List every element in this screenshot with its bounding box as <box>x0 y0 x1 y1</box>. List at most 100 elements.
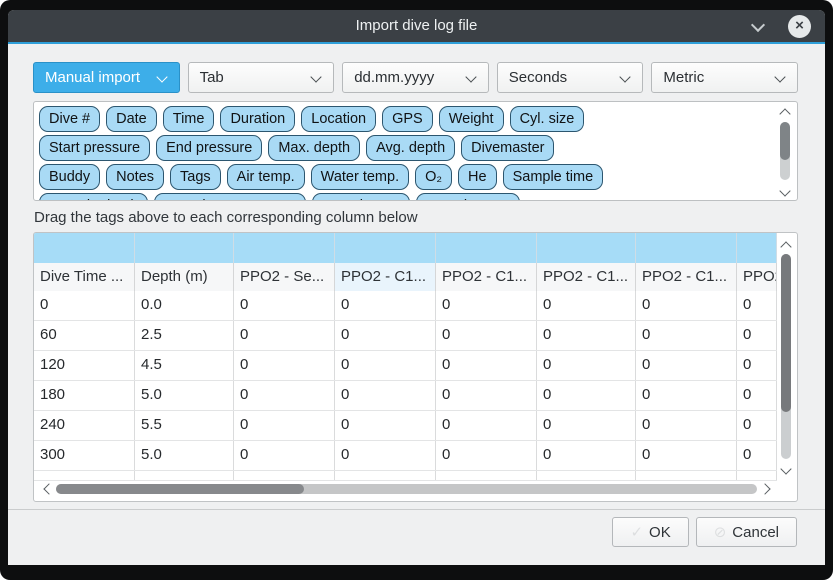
chevron-up-icon[interactable] <box>782 240 790 248</box>
tags-scrollbar[interactable] <box>777 105 793 197</box>
scrollbar-thumb[interactable] <box>56 484 304 494</box>
column-header[interactable]: PPO2 - C1... <box>537 263 636 291</box>
tag-chip[interactable]: End pressure <box>156 135 262 161</box>
field-separator-select[interactable]: Tab <box>188 62 335 93</box>
tag-chip[interactable]: Divemaster <box>461 135 554 161</box>
tag-row: Start pressureEnd pressureMax. depthAvg.… <box>39 135 771 161</box>
chevron-right-icon[interactable] <box>761 485 769 493</box>
table-cell: 0.0 <box>135 291 234 320</box>
tag-chip[interactable]: Notes <box>106 164 164 190</box>
tag-chip[interactable]: Date <box>106 106 157 132</box>
tag-chip[interactable]: Duration <box>220 106 295 132</box>
table-cell: 0 <box>636 321 737 350</box>
table-row: 1805.0000000 <box>34 381 777 411</box>
tag-chip[interactable]: Sample temperature <box>154 193 305 201</box>
tag-chip[interactable]: Sample pO₂ <box>312 193 410 201</box>
preview-table: Dive Time ...Depth (m)PPO2 - Se...PPO2 -… <box>33 232 798 502</box>
tag-chip[interactable]: Time <box>163 106 215 132</box>
tag-chip[interactable]: Weight <box>439 106 504 132</box>
cancel-button[interactable]: ⊘ Cancel <box>696 517 797 547</box>
column-header[interactable]: PPO2 - Se... <box>234 263 335 291</box>
table-cell: 5.0 <box>135 381 234 410</box>
column-header[interactable]: PPO2 - C1... <box>636 263 737 291</box>
drop-target-cell[interactable] <box>737 233 777 263</box>
ok-button[interactable]: ✓ OK <box>612 517 688 547</box>
chevron-down-icon[interactable] <box>781 187 789 195</box>
chevron-down-icon[interactable] <box>782 465 790 473</box>
drop-target-cell[interactable] <box>234 233 335 263</box>
table-cell: 0 <box>537 381 636 410</box>
column-header[interactable]: PPO2 - C1... <box>436 263 537 291</box>
table-cell: 0 <box>335 351 436 380</box>
column-header[interactable]: PPO2 <box>737 263 777 291</box>
chevron-down-icon <box>775 73 784 82</box>
tag-chip[interactable]: O₂ <box>415 164 452 190</box>
tag-chip[interactable]: Water temp. <box>311 164 409 190</box>
tag-chip[interactable]: GPS <box>382 106 433 132</box>
checkmark-icon: ✓ <box>630 523 643 541</box>
tag-chip[interactable]: Location <box>301 106 376 132</box>
tag-chip[interactable]: Avg. depth <box>366 135 455 161</box>
table-cell: 4.5 <box>135 351 234 380</box>
close-button[interactable]: × <box>788 15 811 38</box>
table-cell: 0 <box>234 351 335 380</box>
drop-target-cell[interactable] <box>537 233 636 263</box>
scrollbar-thumb[interactable] <box>780 122 790 160</box>
tag-chip[interactable]: Start pressure <box>39 135 150 161</box>
window-frame: Import dive log file × Manual import Tab… <box>0 0 833 580</box>
table-row: 1204.5000000 <box>34 351 777 381</box>
column-header[interactable]: Depth (m) <box>135 263 234 291</box>
table-cell: 240 <box>34 411 135 440</box>
table-cell: 0 <box>234 291 335 320</box>
chevron-down-icon <box>466 73 475 82</box>
column-header[interactable]: PPO2 - C1... <box>335 263 436 291</box>
chevron-left-icon[interactable] <box>42 485 50 493</box>
table-cell: 0 <box>234 441 335 470</box>
tag-chip[interactable]: Max. depth <box>268 135 360 161</box>
date-format-value: dd.mm.yyyy <box>354 69 434 86</box>
tag-chip[interactable]: Sample depth <box>39 193 148 201</box>
scrollbar-thumb[interactable] <box>781 254 791 412</box>
table-row: 00.0000000 <box>34 291 777 321</box>
tag-chip[interactable]: He <box>458 164 497 190</box>
footer-buttons: ✓ OK ⊘ Cancel <box>612 517 797 547</box>
table-cell: 0 <box>636 411 737 440</box>
tag-chip[interactable]: Buddy <box>39 164 100 190</box>
column-header[interactable]: Dive Time ... <box>34 263 135 291</box>
table-cell: 0 <box>737 381 777 410</box>
duration-format-select[interactable]: Seconds <box>497 62 644 93</box>
table-cell: 0 <box>636 441 737 470</box>
tag-chip[interactable]: Tags <box>170 164 221 190</box>
table-header-row: Dive Time ...Depth (m)PPO2 - Se...PPO2 -… <box>34 263 777 291</box>
tag-chip[interactable]: Cyl. size <box>510 106 585 132</box>
tag-chip[interactable]: Sample CNS <box>416 193 520 201</box>
tag-chip[interactable]: Sample time <box>503 164 604 190</box>
drop-target-cell[interactable] <box>436 233 537 263</box>
chevron-down-icon <box>620 73 629 82</box>
tag-chip[interactable]: Air temp. <box>227 164 305 190</box>
table-cell: 0 <box>636 381 737 410</box>
table-cell: 0 <box>335 291 436 320</box>
dialog-body: Manual import Tab dd.mm.yyyy Seconds Met… <box>8 44 825 565</box>
drop-target-cell[interactable] <box>636 233 737 263</box>
table-cell: 0 <box>737 411 777 440</box>
table-cell: 0 <box>436 381 537 410</box>
drop-target-cell[interactable] <box>135 233 234 263</box>
titlebar[interactable]: Import dive log file × <box>8 10 825 42</box>
import-options-row: Manual import Tab dd.mm.yyyy Seconds Met… <box>33 62 798 93</box>
drop-target-row <box>34 233 777 263</box>
date-format-select[interactable]: dd.mm.yyyy <box>342 62 489 93</box>
tag-chip[interactable]: Dive # <box>39 106 100 132</box>
table-cell: 0 <box>335 321 436 350</box>
table-cell: 0 <box>436 291 537 320</box>
chevron-down-icon[interactable] <box>752 20 763 31</box>
drop-target-cell[interactable] <box>335 233 436 263</box>
drop-target-cell[interactable] <box>34 233 135 263</box>
window-title: Import dive log file <box>8 10 825 42</box>
tag-row: Sample depth Sample temperature Sample pO₂… <box>39 193 771 201</box>
units-select[interactable]: Metric <box>651 62 798 93</box>
chevron-up-icon[interactable] <box>781 107 789 115</box>
table-horizontal-scrollbar[interactable] <box>36 479 773 499</box>
table-vertical-scrollbar[interactable] <box>777 234 795 477</box>
import-mode-select[interactable]: Manual import <box>33 62 180 93</box>
